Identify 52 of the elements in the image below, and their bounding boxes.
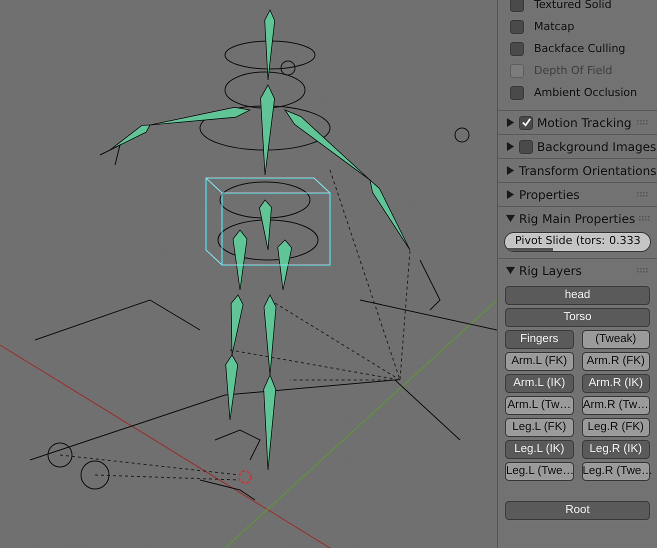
layer-toggle-button[interactable]: Arm.L (FK)	[505, 352, 574, 371]
layer-toggle-button[interactable]: head	[505, 286, 650, 305]
expanded-triangle-icon[interactable]	[506, 214, 515, 223]
layer-toggle-button[interactable]: Arm.L (IK)	[505, 374, 574, 393]
layer-toggle-button[interactable]: Arm.R (Tw…	[582, 396, 650, 415]
slider-label: Pivot Slide (tors:	[515, 233, 606, 249]
option-label: Ambient Occlusion	[534, 84, 638, 101]
layer-toggle-button[interactable]: Leg.R (FK)	[582, 418, 650, 437]
panel-title: Background Images	[537, 138, 656, 156]
3d-cursor-icon	[238, 470, 252, 484]
layer-toggle-button[interactable]: Torso	[505, 308, 650, 327]
panel-header[interactable]: Transform Orientations	[498, 158, 657, 182]
panel-title: Rig Layers	[519, 262, 582, 280]
layer-toggle-button[interactable]: Leg.L (FK)	[505, 418, 574, 437]
layer-toggle-button[interactable]: (Tweak)	[582, 330, 650, 349]
collapsed-triangle-icon[interactable]	[506, 142, 515, 151]
collapsed-triangle-icon[interactable]	[506, 118, 515, 127]
layer-toggle-button[interactable]: Fingers	[505, 330, 574, 349]
checkbox[interactable]	[510, 20, 524, 34]
drag-handle-icon[interactable]	[637, 120, 649, 126]
layer-toggle-button[interactable]: Arm.R (IK)	[582, 374, 650, 393]
layer-toggle-button[interactable]: Root	[505, 501, 650, 520]
panel-title: Motion Tracking	[537, 114, 632, 132]
panel-header[interactable]: Properties	[498, 182, 657, 206]
collapsed-triangle-icon[interactable]	[506, 190, 515, 199]
layer-toggle-button[interactable]: Leg.R (IK)	[582, 440, 650, 459]
checkbox[interactable]	[510, 86, 524, 100]
panel-header[interactable]: Rig Main Properties	[498, 206, 657, 230]
expanded-triangle-icon[interactable]	[506, 266, 515, 275]
panel-header[interactable]: Rig Layers	[498, 258, 657, 282]
layer-toggle-button[interactable]: Leg.L (Twe…	[505, 462, 574, 481]
slider-value: 0.333	[609, 233, 641, 249]
3d-viewport[interactable]	[0, 0, 497, 548]
option-label: Matcap	[534, 18, 574, 35]
panel-title: Transform Orientations	[519, 162, 657, 180]
checkbox[interactable]	[519, 116, 533, 130]
layer-toggle-button[interactable]: Leg.L (IK)	[505, 440, 574, 459]
pivot-slide-slider[interactable]: Pivot Slide (tors: 0.333	[504, 232, 651, 252]
panel-title: Properties	[519, 186, 580, 204]
collapsed-triangle-icon[interactable]	[506, 166, 515, 175]
panel-header[interactable]: Background Images	[498, 134, 657, 158]
panel-title: Rig Main Properties	[519, 210, 636, 228]
checkbox[interactable]	[510, 42, 524, 56]
drag-handle-icon[interactable]	[637, 268, 649, 274]
panel-header[interactable]: Motion Tracking	[498, 110, 657, 134]
option-label: Backface Culling	[534, 40, 626, 57]
layer-toggle-button[interactable]: Arm.L (Tw…	[505, 396, 574, 415]
checkbox[interactable]	[510, 0, 524, 12]
drag-handle-icon[interactable]	[639, 216, 652, 222]
checkbox[interactable]	[519, 140, 533, 154]
drag-handle-icon[interactable]	[637, 192, 649, 198]
layer-toggle-button[interactable]: Arm.R (FK)	[582, 352, 650, 371]
